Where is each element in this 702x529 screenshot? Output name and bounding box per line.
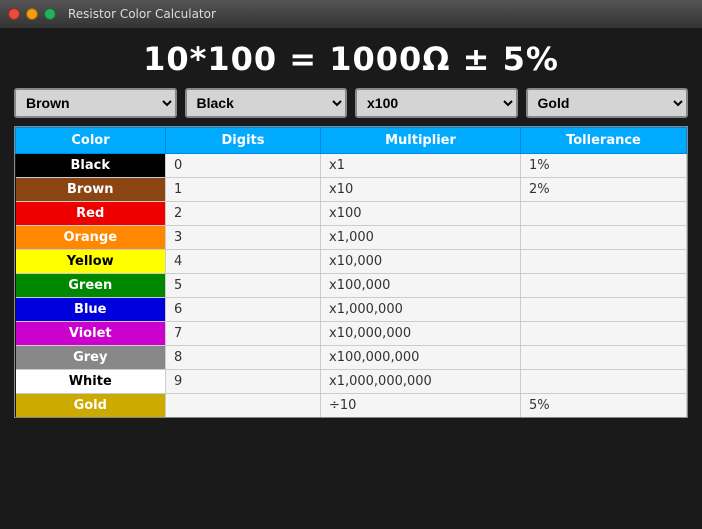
multiplier-cell: x100 (321, 202, 521, 226)
multiplier-cell: x1,000,000 (321, 298, 521, 322)
digit-cell: 5 (166, 274, 321, 298)
minimize-button[interactable] (26, 8, 38, 20)
col-header-digits: Digits (166, 128, 321, 154)
tolerance-select[interactable]: BrownRedGoldSilverNone (526, 88, 689, 118)
digit-cell: 3 (166, 226, 321, 250)
digit-cell: 1 (166, 178, 321, 202)
window-title: Resistor Color Calculator (68, 7, 216, 21)
table-row: Brown1x102% (16, 178, 687, 202)
band1-wrapper: BlackBrownRedOrangeYellowGreenBlueViolet… (14, 88, 177, 118)
band1-select[interactable]: BlackBrownRedOrangeYellowGreenBlueViolet… (14, 88, 177, 118)
tolerance-cell (521, 370, 687, 394)
band2-select[interactable]: BlackBrownRedOrangeYellowGreenBlueViolet… (185, 88, 348, 118)
table-row: Black0x11% (16, 154, 687, 178)
table-body: Black0x11%Brown1x102%Red2x100Orange3x1,0… (16, 154, 687, 418)
color-cell: Brown (16, 178, 166, 202)
color-cell: Blue (16, 298, 166, 322)
digit-cell: 8 (166, 346, 321, 370)
digit-cell: 4 (166, 250, 321, 274)
tolerance-cell: 5% (521, 394, 687, 418)
tolerance-cell (521, 298, 687, 322)
color-cell: Orange (16, 226, 166, 250)
multiplier-cell: x10,000 (321, 250, 521, 274)
tolerance-cell (521, 274, 687, 298)
digit-cell (166, 394, 321, 418)
table-header: Color Digits Multiplier Tollerance (16, 128, 687, 154)
tolerance-wrapper: BrownRedGoldSilverNone (526, 88, 689, 118)
multiplier-cell: x1,000,000,000 (321, 370, 521, 394)
digit-cell: 2 (166, 202, 321, 226)
title-bar: Resistor Color Calculator (0, 0, 702, 28)
table-row: Orange3x1,000 (16, 226, 687, 250)
color-cell: Yellow (16, 250, 166, 274)
digit-cell: 9 (166, 370, 321, 394)
table-row: Green5x100,000 (16, 274, 687, 298)
digit-cell: 0 (166, 154, 321, 178)
tolerance-cell: 1% (521, 154, 687, 178)
color-cell: Green (16, 274, 166, 298)
table-row: Grey8x100,000,000 (16, 346, 687, 370)
multiplier-cell: x100,000,000 (321, 346, 521, 370)
tolerance-cell (521, 346, 687, 370)
multiplier-cell: x1 (321, 154, 521, 178)
col-header-multiplier: Multiplier (321, 128, 521, 154)
table-row: Gold ÷105% (16, 394, 687, 418)
multiplier-select[interactable]: x1x10x100x1,000x10,000x100,000x1,000,000… (355, 88, 518, 118)
tolerance-cell (521, 250, 687, 274)
color-cell: Grey (16, 346, 166, 370)
multiplier-cell: x100,000 (321, 274, 521, 298)
tolerance-cell: 2% (521, 178, 687, 202)
band2-wrapper: BlackBrownRedOrangeYellowGreenBlueViolet… (185, 88, 348, 118)
header: 10*100 = 1000Ω ± 5% (0, 28, 702, 88)
tolerance-cell (521, 226, 687, 250)
multiplier-cell: x1,000 (321, 226, 521, 250)
table-row: Red2x100 (16, 202, 687, 226)
digit-cell: 6 (166, 298, 321, 322)
tolerance-cell (521, 322, 687, 346)
color-table: Color Digits Multiplier Tollerance Black… (15, 127, 687, 417)
color-cell: Violet (16, 322, 166, 346)
maximize-button[interactable] (44, 8, 56, 20)
formula-display: 10*100 = 1000Ω ± 5% (0, 40, 702, 78)
dropdowns-row: BlackBrownRedOrangeYellowGreenBlueViolet… (0, 88, 702, 126)
digit-cell: 7 (166, 322, 321, 346)
tolerance-cell (521, 202, 687, 226)
table-row: Blue6x1,000,000 (16, 298, 687, 322)
color-cell: Red (16, 202, 166, 226)
color-cell: Gold (16, 394, 166, 418)
close-button[interactable] (8, 8, 20, 20)
multiplier-wrapper: x1x10x100x1,000x10,000x100,000x1,000,000… (355, 88, 518, 118)
table-row: Violet7x10,000,000 (16, 322, 687, 346)
multiplier-cell: x10 (321, 178, 521, 202)
col-header-tolerance: Tollerance (521, 128, 687, 154)
multiplier-cell: x10,000,000 (321, 322, 521, 346)
table-row: Yellow4x10,000 (16, 250, 687, 274)
table-row: White9x1,000,000,000 (16, 370, 687, 394)
col-header-color: Color (16, 128, 166, 154)
color-table-container: Color Digits Multiplier Tollerance Black… (14, 126, 688, 418)
multiplier-cell: ÷10 (321, 394, 521, 418)
color-cell: Black (16, 154, 166, 178)
color-cell: White (16, 370, 166, 394)
